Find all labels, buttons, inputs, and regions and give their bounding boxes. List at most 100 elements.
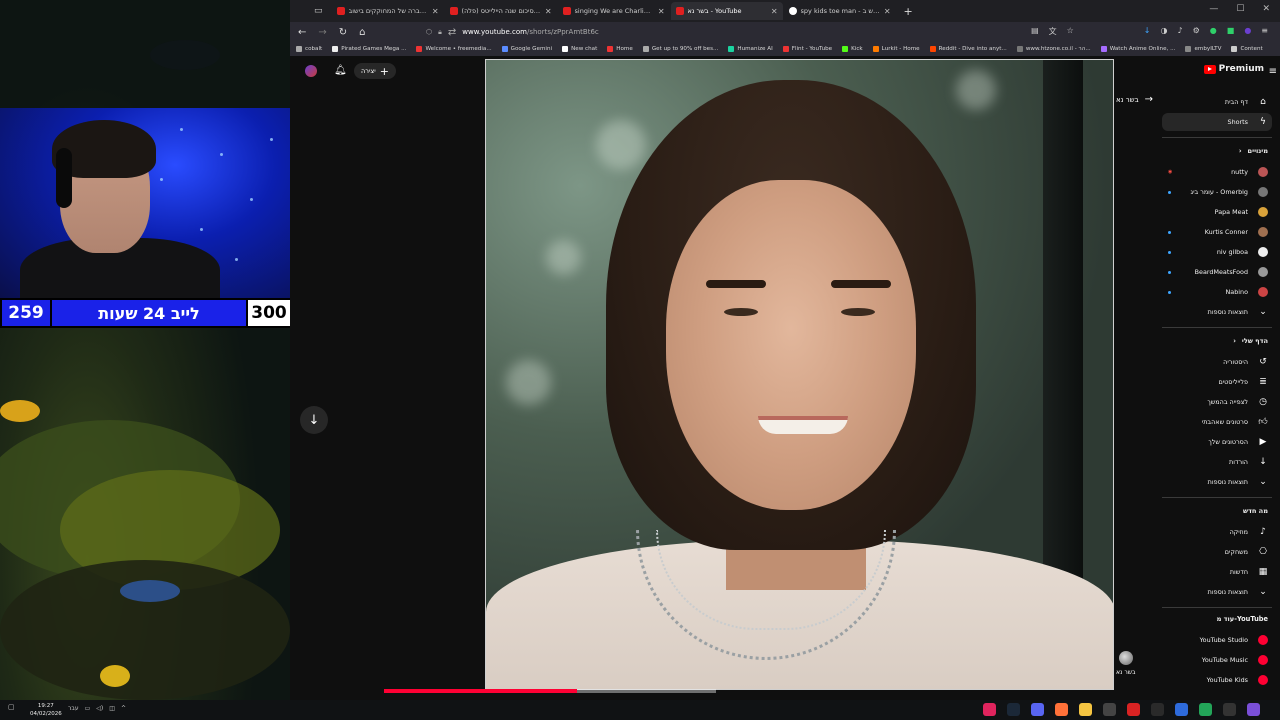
sidebar-item-explore[interactable]: חדשות ▦: [1162, 563, 1272, 581]
bookmark-item[interactable]: Humanize AI: [728, 46, 773, 52]
app-icon[interactable]: [1175, 703, 1188, 716]
sidebar-item-home[interactable]: דף הבית ⌂: [1162, 93, 1272, 111]
sidebar-item-you[interactable]: פלייליסטים ≣: [1162, 373, 1272, 391]
minimize-icon[interactable]: —: [1209, 4, 1218, 14]
bookmark-item[interactable]: Home: [607, 46, 633, 52]
app-icon[interactable]: [1199, 703, 1212, 716]
sidebar-item-you[interactable]: הסרטונים שלך ▶: [1162, 433, 1272, 451]
sidebar-subscription[interactable]: BeardMeatsFood: [1162, 263, 1272, 281]
sidebar-subscription[interactable]: ◉ nutty: [1162, 163, 1272, 181]
hamburger-menu-icon[interactable]: ≡: [1269, 66, 1277, 77]
tab-list-icon[interactable]: ▭: [314, 6, 323, 16]
language-indicator[interactable]: עבר: [68, 705, 79, 712]
sidebar-item-you[interactable]: לצפייה בהמשך ◷: [1162, 393, 1272, 411]
profile-icon[interactable]: ●: [1244, 26, 1251, 37]
extension-icon[interactable]: ◑: [1161, 26, 1168, 37]
sidebar-show-more[interactable]: תוצאות נוספות ⌄: [1162, 303, 1272, 321]
short-video-player[interactable]: [485, 59, 1114, 690]
channel-info[interactable]: בשר נא: [1116, 651, 1135, 676]
network-icon[interactable]: ◫: [109, 705, 115, 712]
back-to-channel[interactable]: בשר נא →: [1116, 94, 1153, 105]
sidebar-item-you[interactable]: הורדות ↓: [1162, 453, 1272, 471]
bookmark-item[interactable]: cobalt: [296, 46, 322, 52]
hidden-icons-chevron-icon[interactable]: ^: [121, 705, 126, 712]
tab-3[interactable]: singing We are Charlie Kirk - Yo ✕: [558, 2, 670, 20]
url-bar[interactable]: ⬡ 🔒︎ ⇄ www.youtube.com/shorts/zPprAmtBt6…: [426, 25, 966, 39]
monitor-icon[interactable]: ▭: [85, 705, 91, 712]
bookmark-item[interactable]: www.htzone.co.il - הר...: [1016, 46, 1091, 52]
reload-icon[interactable]: ↻: [339, 27, 347, 38]
sidebar-item-youtube-app[interactable]: YouTube Studio: [1162, 631, 1272, 649]
maximize-icon[interactable]: ☐: [1236, 4, 1244, 14]
sidebar-item-you[interactable]: סרטונים שאהבתי 👍︎: [1162, 413, 1272, 431]
bookmark-item[interactable]: Google Gemini: [501, 46, 552, 52]
bookmark-item[interactable]: New chat: [562, 46, 597, 52]
forward-icon[interactable]: →: [318, 27, 326, 38]
video-progress-bar[interactable]: [384, 689, 716, 693]
app-icon[interactable]: [1103, 703, 1116, 716]
tab-1[interactable]: העברה של המחוקקים בישוב ✕: [332, 2, 444, 20]
sidebar-item-explore[interactable]: מוזיקה ♪: [1162, 523, 1272, 541]
bookmark-item[interactable]: Content: [1231, 46, 1263, 52]
close-icon[interactable]: ✕: [1262, 4, 1270, 14]
sidebar-subscription[interactable]: עומר ביג - Omerbig: [1162, 183, 1272, 201]
channel-avatar[interactable]: [1118, 651, 1133, 665]
reader-icon[interactable]: ▤: [1031, 26, 1039, 37]
notifications-bell-icon[interactable]: 🔔︎: [334, 65, 347, 77]
sidebar-item-youtube-app[interactable]: YouTube Kids: [1162, 671, 1272, 689]
sidebar-item-explore[interactable]: משחקים ⎔: [1162, 543, 1272, 561]
bookmark-item[interactable]: Watch Anime Online, ...: [1100, 46, 1175, 52]
tab-close-icon[interactable]: ✕: [545, 7, 552, 16]
media-player-icon[interactable]: [983, 703, 996, 716]
sidebar-subscription[interactable]: Kurtis Conner: [1162, 223, 1272, 241]
tab-close-icon[interactable]: ✕: [658, 7, 665, 16]
sidebar-item-explore[interactable]: תוצאות נוספות ⌄: [1162, 583, 1272, 601]
home-icon[interactable]: ⌂: [359, 27, 365, 38]
new-tab-button[interactable]: +: [904, 5, 913, 18]
bookmark-item[interactable]: Pirated Games Mega ...: [332, 46, 406, 52]
tab-2[interactable]: (פלה) 2025 סיכום שנה היילייטס ✕: [445, 2, 557, 20]
sidebar-item-youtube-app[interactable]: YouTube Music: [1162, 651, 1272, 669]
bookmark-item[interactable]: Welcome • freemedia...: [416, 46, 492, 52]
adblock-icon[interactable]: ■: [1227, 26, 1235, 37]
puzzle-icon[interactable]: ⚙: [1193, 26, 1200, 37]
bookmark-item[interactable]: Lurkit - Home: [872, 46, 920, 52]
app-icon[interactable]: [1247, 703, 1260, 716]
menu-icon[interactable]: ≡: [1261, 26, 1268, 37]
file-explorer-icon[interactable]: [1079, 703, 1092, 716]
tab-4[interactable]: בשר נא - YouTube ✕: [670, 2, 783, 20]
obs-icon[interactable]: [1127, 703, 1140, 716]
bookmark-item[interactable]: Reddit - Dive into anyt...: [929, 46, 1007, 52]
firefox-icon[interactable]: [1055, 703, 1068, 716]
translate-icon[interactable]: 文: [1049, 26, 1057, 37]
tab-close-icon[interactable]: ✕: [771, 7, 778, 16]
app-icon[interactable]: [1151, 703, 1164, 716]
terminal-icon[interactable]: [1223, 703, 1236, 716]
back-icon[interactable]: ←: [298, 27, 306, 38]
vpn-icon[interactable]: ●: [1210, 26, 1217, 37]
bookmark-item[interactable]: Kick: [842, 46, 863, 52]
sidebar-heading-subscriptions[interactable]: › מינויים: [1239, 147, 1268, 155]
sidebar-subscription[interactable]: niv gilboa: [1162, 243, 1272, 261]
star-icon[interactable]: ☆: [1067, 26, 1074, 37]
sidebar-item-shorts[interactable]: Shorts ϟ: [1162, 113, 1272, 131]
next-short-button[interactable]: ↓: [300, 406, 328, 434]
sound-icon[interactable]: ♪: [1177, 26, 1182, 37]
bookmark-item[interactable]: Flint - YouTube: [782, 46, 832, 52]
steam-icon[interactable]: [1007, 703, 1020, 716]
sidebar-item-you[interactable]: היסטוריה ↺: [1162, 353, 1272, 371]
youtube-logo[interactable]: Premium: [1203, 64, 1264, 74]
clock[interactable]: 19:27 04/02/2026: [30, 702, 62, 718]
create-button[interactable]: יצירה +: [354, 63, 396, 79]
bookmark-item[interactable]: Get up to 90% off bes...: [642, 46, 718, 52]
sidebar-subscription[interactable]: Papa Meat: [1162, 203, 1272, 221]
tab-close-icon[interactable]: ✕: [884, 7, 891, 16]
download-icon[interactable]: ↓: [1144, 26, 1151, 37]
discord-icon[interactable]: [1031, 703, 1044, 716]
sidebar-heading-you[interactable]: › הדף שלי: [1233, 337, 1268, 345]
notification-icon[interactable]: ▢: [8, 703, 15, 711]
tab-5[interactable]: spy kids toe man - חיפוש ב-Go ✕: [784, 2, 896, 20]
sidebar-item-you[interactable]: תוצאות נוספות ⌄: [1162, 473, 1272, 491]
volume-icon[interactable]: ◁): [96, 705, 103, 712]
account-avatar[interactable]: [305, 65, 317, 77]
